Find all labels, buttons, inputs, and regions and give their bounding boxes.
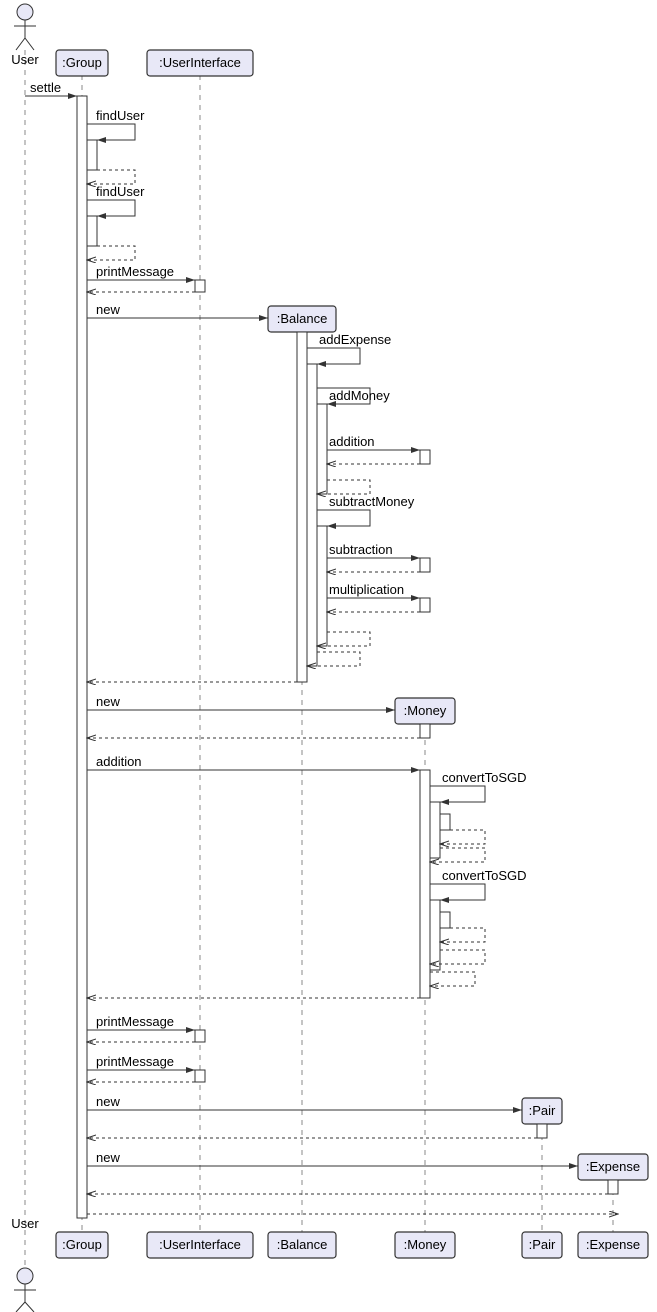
actor-user-label: User (11, 52, 39, 67)
svg-text::Money: :Money (404, 1237, 447, 1252)
msg-finduser-2-return (87, 246, 135, 260)
msg-finduser-2 (87, 200, 135, 216)
activation-money-new (420, 724, 430, 738)
participant-group-bottom: :Group (56, 1232, 108, 1258)
participant-money-bottom: :Money (395, 1232, 455, 1258)
msg-subtractmoney-label: subtractMoney (329, 494, 415, 509)
svg-text::Expense: :Expense (586, 1237, 640, 1252)
actor-user-head: User (11, 4, 39, 67)
participant-expense-create: :Expense (578, 1154, 648, 1180)
participant-pair-bottom: :Pair (522, 1232, 562, 1258)
msg-convert-1-label: convertToSGD (442, 770, 527, 785)
msg-convert-1 (430, 786, 485, 802)
activation-group-main (77, 96, 87, 1218)
msg-new-balance-label: new (96, 302, 120, 317)
msg-settle-label: settle (30, 80, 61, 95)
msg-addition-2-label: addition (96, 754, 142, 769)
msg-finduser-1-return (87, 170, 135, 184)
activation-finduser-1 (87, 140, 97, 170)
msg-subtractmoney (317, 510, 370, 526)
svg-text::UserInterface: :UserInterface (159, 1237, 241, 1252)
msg-finduser-1-label: findUser (96, 108, 145, 123)
participant-group-top: :Group (56, 50, 108, 76)
msg-subtraction-label: subtraction (329, 542, 393, 557)
activation-addmoney (317, 404, 327, 494)
msg-addexpense-label: addExpense (319, 332, 391, 347)
activation-convert-1-inner (440, 814, 450, 830)
activation-money-addition-2 (420, 770, 430, 998)
msg-printmessage-2-label: printMessage (96, 1014, 174, 1029)
msg-new-pair-label: new (96, 1094, 120, 1109)
participant-ui-bottom: :UserInterface (147, 1232, 253, 1258)
activation-ui-3 (195, 1070, 205, 1082)
sequence-diagram: User :Group :UserInterface settle findUs… (0, 0, 657, 1312)
participant-balance-bottom: :Balance (268, 1232, 336, 1258)
activation-subtractmoney (317, 526, 327, 646)
participant-pair-label: :Pair (529, 1103, 556, 1118)
activation-expense (608, 1180, 618, 1194)
msg-convert-1-inner-return (440, 830, 485, 844)
activation-balance-main (297, 332, 307, 682)
activation-convert-2-outer (430, 900, 440, 970)
participant-expense-bottom: :Expense (578, 1232, 648, 1258)
actor-user-label-bottom: User (11, 1216, 39, 1231)
activation-money-mult (420, 598, 430, 612)
participant-expense-label: :Expense (586, 1159, 640, 1174)
msg-finduser-1 (87, 124, 135, 140)
activation-ui-1 (195, 280, 205, 292)
svg-text::Pair: :Pair (529, 1237, 556, 1252)
msg-convert-2-return (430, 972, 475, 986)
msg-new-money-label: new (96, 694, 120, 709)
participant-pair-create: :Pair (522, 1098, 562, 1124)
participant-money-create: :Money (395, 698, 455, 724)
activation-pair (537, 1124, 547, 1138)
participant-balance-label: :Balance (277, 311, 328, 326)
activation-ui-2 (195, 1030, 205, 1042)
activation-addexpense (307, 364, 317, 666)
msg-addexpense (307, 348, 360, 364)
msg-convert-2 (430, 884, 485, 900)
msg-finduser-2-label: findUser (96, 184, 145, 199)
msg-addmoney-label: addMoney (329, 388, 390, 403)
msg-printmessage-1-label: printMessage (96, 264, 174, 279)
activation-money-addition-1 (420, 450, 430, 464)
participant-money-label: :Money (404, 703, 447, 718)
msg-printmessage-3-label: printMessage (96, 1054, 174, 1069)
participant-balance-create: :Balance (268, 306, 336, 332)
participant-group-label: :Group (62, 55, 102, 70)
msg-new-expense-label: new (96, 1150, 120, 1165)
participant-ui-top: :UserInterface (147, 50, 253, 76)
svg-text::Balance: :Balance (277, 1237, 328, 1252)
msg-addition-1-label: addition (329, 434, 375, 449)
activation-money-sub (420, 558, 430, 572)
msg-convert-2-inner-return (440, 928, 485, 942)
activation-convert-2-inner (440, 912, 450, 928)
participant-ui-label: :UserInterface (159, 55, 241, 70)
svg-text::Group: :Group (62, 1237, 102, 1252)
msg-convert-2-label: convertToSGD (442, 868, 527, 883)
msg-multiplication-label: multiplication (329, 582, 404, 597)
activation-finduser-2 (87, 216, 97, 246)
activation-convert-1-outer (430, 802, 440, 858)
